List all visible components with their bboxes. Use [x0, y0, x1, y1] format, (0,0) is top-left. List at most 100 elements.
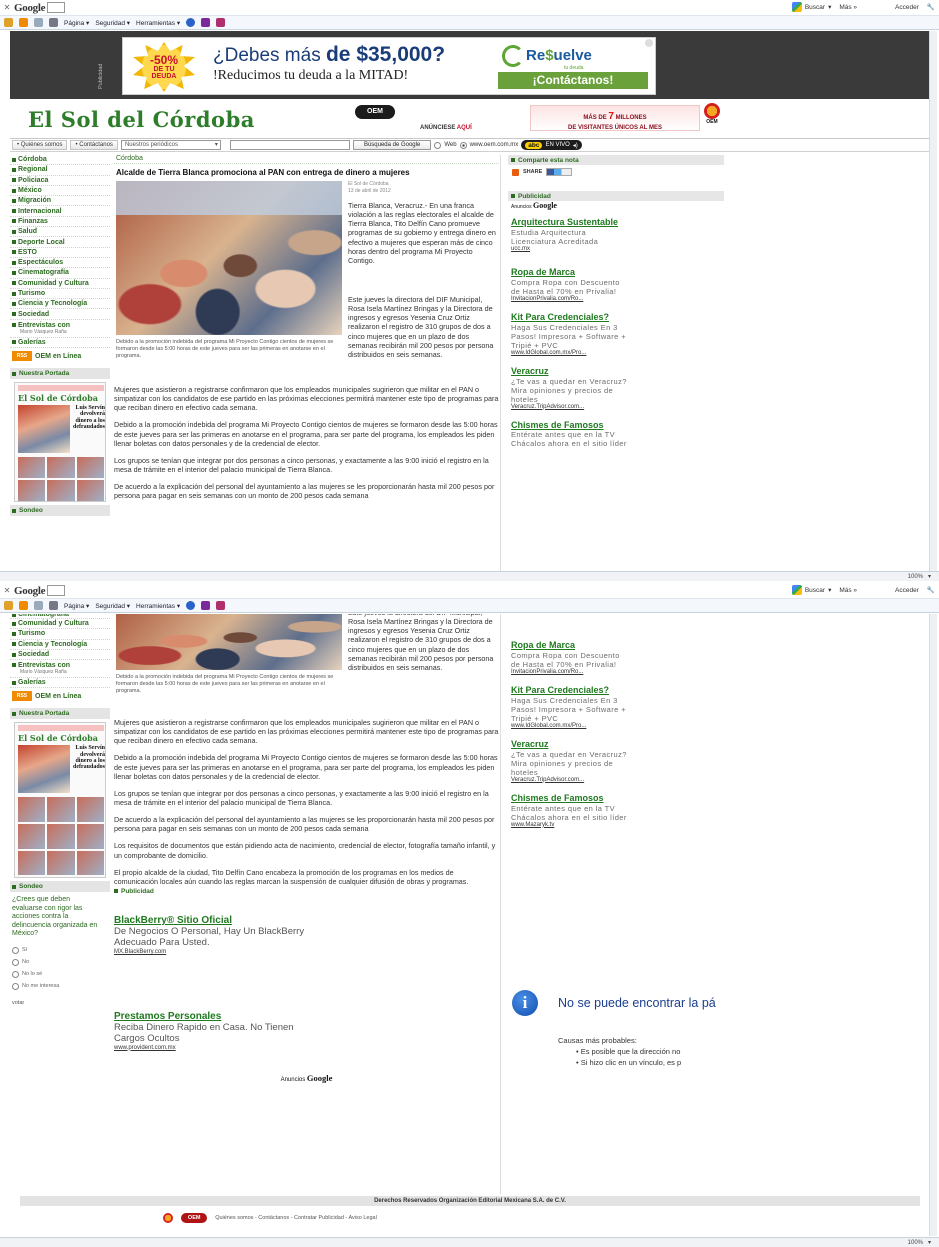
debt-ad-banner[interactable]: -50% DE TU DEUDA ¿Debes más de $35,000? … — [122, 37, 656, 95]
sidebar-item-sociedad[interactable]: Sociedad — [10, 650, 110, 661]
sidebar-item-esto[interactable]: ESTO — [10, 248, 110, 258]
scrollbar[interactable] — [929, 31, 937, 571]
wrench-icon[interactable]: 🔧 — [927, 586, 935, 594]
site-search-input[interactable] — [229, 140, 350, 150]
pagina-menu[interactable]: Página ▾ — [64, 19, 89, 27]
ad-ropa-de-marca[interactable]: Ropa de Marca Compra Ropa con Descuento d… — [508, 640, 724, 675]
poll-option-no-me-interesa[interactable]: No me interesa — [12, 980, 110, 992]
sidebar-item-internacional[interactable]: Internacional — [10, 206, 110, 217]
ad-blackberry[interactable]: BlackBerry® Sitio Oficial De Negocios O … — [114, 915, 499, 955]
ad-close-icon[interactable] — [645, 39, 653, 47]
front-page-thumbnail[interactable]: El Sol de Córdoba Luis Servín devolverá … — [14, 722, 106, 879]
adsense-label-article[interactable]: Anuncios Google — [114, 1073, 499, 1083]
ad-chismes[interactable]: Chismes de Famosos Entérate antes que en … — [508, 793, 724, 828]
sidebar-item-galerias[interactable]: Galerías — [10, 678, 110, 689]
sidebar-item-sociedad[interactable]: Sociedad — [10, 309, 110, 320]
oem-linea-rss[interactable]: RSS OEM en Línea — [10, 350, 110, 362]
share-button[interactable]: SHARE — [508, 165, 724, 179]
oem-sun-logo[interactable]: OEM — [702, 103, 722, 127]
help-icon[interactable] — [186, 601, 196, 610]
onenote-icon-2[interactable] — [216, 18, 226, 27]
periodicos-select[interactable]: Nuestros periódicos — [120, 140, 221, 150]
mas-link[interactable]: Más » — [839, 587, 857, 594]
contactanos-ad-button[interactable]: ¡Contáctanos! — [498, 72, 648, 89]
ad-arquitectura[interactable]: Arquitectura Sustentable Estudia Arquitec… — [508, 217, 724, 252]
ad-kit-credenciales[interactable]: Kit Para Credenciales? Haga Sus Credencia… — [508, 685, 724, 729]
mas-link[interactable]: Más » — [839, 4, 857, 11]
site-title[interactable]: El Sol del Córdoba — [28, 107, 255, 132]
breadcrumb[interactable]: Córdoba — [114, 155, 499, 164]
sidebar-item-mexico[interactable]: México — [10, 186, 110, 197]
wrench-icon[interactable]: 🔧 — [927, 3, 935, 11]
sidebar-item-deporte[interactable]: Deporte Local — [10, 237, 110, 248]
buscar-button[interactable]: Buscar ▾ — [791, 585, 831, 595]
ad-kit-credenciales[interactable]: Kit Para Credenciales? Haga Sus Credencia… — [508, 312, 724, 356]
herramientas-menu[interactable]: Herramientas ▾ — [136, 602, 180, 610]
seguridad-menu[interactable]: Seguridad ▾ — [95, 602, 130, 610]
herramientas-menu[interactable]: Herramientas ▾ — [136, 19, 180, 27]
sidebar-item-cinematografia[interactable]: Cinematografía — [10, 268, 110, 279]
onenote-icon[interactable] — [201, 601, 211, 610]
sidebar-item-turismo[interactable]: Turismo — [10, 289, 110, 300]
poll-option-no[interactable]: No — [12, 956, 110, 968]
sidebar-item-cordoba[interactable]: Córdoba — [10, 155, 110, 166]
feeds-icon[interactable] — [19, 18, 28, 27]
zoom-level[interactable]: 100% ▾ — [908, 1239, 931, 1246]
web-radio[interactable] — [434, 141, 442, 149]
ad-prestamos[interactable]: Prestamos Personales Reciba Dinero Rapid… — [114, 1011, 499, 1051]
sidebar-item-migracion[interactable]: Migración — [10, 196, 110, 207]
google-logo[interactable]: Google — [14, 585, 46, 597]
acceder-link[interactable]: Acceder — [895, 587, 919, 594]
home-icon[interactable] — [4, 601, 13, 610]
google-search-button[interactable]: Búsqueda de Google — [352, 140, 432, 150]
ad-veracruz[interactable]: Veracruz ¿Te vas a quedar en Veracruz? Mi… — [508, 739, 724, 783]
google-search-input[interactable] — [47, 2, 66, 13]
ad-veracruz[interactable]: Veracruz ¿Te vas a quedar en Veracruz? Mi… — [508, 366, 724, 410]
sidebar-item-comunidad[interactable]: Comunidad y Cultura — [10, 279, 110, 289]
print-icon[interactable] — [49, 601, 58, 610]
visitors-ad[interactable]: MÁS DE 7 MILLONES DE VISITANTES ÚNICOS A… — [530, 105, 700, 131]
oem-logo[interactable]: OEM — [181, 1213, 208, 1223]
contactanos-button[interactable]: • Contáctanos — [70, 140, 118, 150]
pagina-menu[interactable]: Página ▾ — [64, 602, 89, 610]
scrollbar[interactable] — [929, 614, 937, 1236]
ad-arquitectura-url[interactable]: ucc.mx — [508, 614, 724, 617]
oem-enlinea-logo[interactable]: OEM — [355, 105, 395, 119]
mail-icon[interactable] — [34, 18, 43, 27]
sidebar-item-finanzas[interactable]: Finanzas — [10, 217, 110, 228]
buscar-button[interactable]: Buscar ▾ — [791, 2, 831, 12]
onenote-icon[interactable] — [201, 18, 211, 27]
sidebar-item-policiaca[interactable]: Policiaca — [10, 176, 110, 186]
sidebar-item-regional[interactable]: Regional — [10, 165, 110, 176]
google-search-input[interactable] — [47, 585, 66, 596]
ad-chismes[interactable]: Chismes de Famosos Entérate antes que en … — [508, 420, 724, 449]
adsense-label[interactable]: Anuncios Google — [508, 201, 724, 210]
print-icon[interactable] — [49, 18, 58, 27]
home-icon[interactable] — [4, 18, 13, 27]
onenote-icon-2[interactable] — [216, 601, 226, 610]
sidebar-item-entrevistas[interactable]: Entrevistas con Mario Vásquez Raña — [10, 320, 110, 338]
sidebar-item-ciencia[interactable]: Ciencia y Tecnología — [10, 299, 110, 310]
footer-nav-links[interactable]: Quiénes somos - Contáctanos - Contratar … — [215, 1215, 377, 1221]
close-icon[interactable]: ✕ — [0, 586, 14, 595]
ad-ropa-de-marca[interactable]: Ropa de Marca Compra Ropa con Descuento d… — [508, 267, 724, 302]
anunciese-link[interactable]: ANÚNCIESE AQUÍ — [420, 125, 472, 131]
sidebar-item-galerias[interactable]: Galerías — [10, 338, 110, 349]
oem-site-radio[interactable] — [459, 141, 467, 149]
poll-option-no-lo-se[interactable]: No lo sé — [12, 968, 110, 980]
abc-en-vivo-button[interactable]: abc EN VIVO ◂) — [521, 140, 582, 150]
help-icon[interactable] — [186, 18, 196, 27]
sidebar-item-turismo[interactable]: Turismo — [10, 629, 110, 640]
sidebar-item-salud[interactable]: Salud — [10, 227, 110, 238]
sidebar-item-comunidad[interactable]: Comunidad y Cultura — [10, 619, 110, 630]
quienes-somos-button[interactable]: • Quiénes somos — [12, 140, 68, 150]
sidebar-item-ciencia[interactable]: Ciencia y Tecnología — [10, 640, 110, 650]
feeds-icon[interactable] — [19, 601, 28, 610]
acceder-link[interactable]: Acceder — [895, 4, 919, 11]
sidebar-item-entrevistas[interactable]: Entrevistas con Mario Vásquez Raña — [10, 660, 110, 679]
google-logo[interactable]: Google — [14, 2, 46, 14]
mail-icon[interactable] — [34, 601, 43, 610]
close-icon[interactable]: ✕ — [0, 3, 14, 12]
front-page-thumbnail[interactable]: El Sol de Córdoba Luis Servín devolverá … — [14, 382, 106, 503]
zoom-level[interactable]: 100% ▾ — [908, 573, 931, 580]
